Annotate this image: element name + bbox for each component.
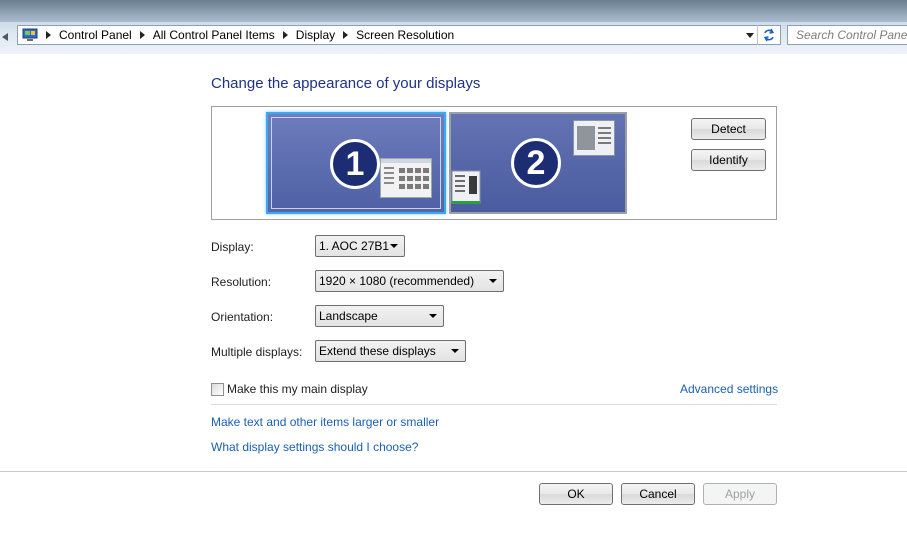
chevron-down-icon [429, 314, 437, 318]
breadcrumb-all-items[interactable]: All Control Panel Items [153, 28, 275, 42]
chevron-down-icon [390, 244, 398, 248]
breadcrumb-separator-icon[interactable] [343, 31, 349, 39]
window-titlebar [0, 0, 907, 22]
refresh-icon[interactable] [757, 25, 780, 45]
address-history-dropdown-icon[interactable] [742, 26, 758, 44]
text-size-link[interactable]: Make text and other items larger or smal… [211, 415, 439, 429]
breadcrumb: Control Panel All Control Panel Items Di… [44, 28, 454, 42]
chevron-down-icon [451, 349, 459, 353]
breadcrumb-separator-icon[interactable] [282, 31, 288, 39]
display-select[interactable]: 1. AOC 27B1 [315, 235, 405, 257]
cancel-button[interactable]: Cancel [621, 483, 695, 505]
chevron-down-icon [489, 279, 497, 283]
back-forward-arrow-icon[interactable] [0, 30, 12, 44]
detect-button[interactable]: Detect [691, 118, 766, 140]
monitor-number-badge: 1 [330, 139, 380, 189]
section-divider [211, 404, 777, 405]
main-display-checkbox[interactable] [211, 383, 224, 396]
breadcrumb-control-panel[interactable]: Control Panel [59, 28, 132, 42]
orientation-select-value: Landscape [319, 309, 378, 323]
advanced-settings-link[interactable]: Advanced settings [680, 382, 778, 396]
main-display-label[interactable]: Make this my main display [227, 382, 368, 396]
multiple-displays-select-value: Extend these displays [319, 344, 436, 358]
breadcrumb-screen-resolution[interactable]: Screen Resolution [356, 28, 454, 42]
monitor-number-badge: 2 [511, 138, 561, 188]
display-select-value: 1. AOC 27B1 [319, 239, 390, 253]
multiple-displays-label: Multiple displays: [211, 345, 303, 359]
window-icon [573, 120, 615, 156]
monitor-1-tile[interactable]: 1 [266, 112, 446, 214]
search-input[interactable]: Search Control Panel [787, 25, 907, 45]
display-settings-help-link[interactable]: What display settings should I choose? [211, 440, 418, 454]
orientation-label: Orientation: [211, 310, 274, 324]
orientation-select[interactable]: Landscape [315, 305, 444, 327]
page-title: Change the appearance of your displays [211, 75, 481, 92]
window-icon [380, 158, 432, 198]
display-label: Display: [211, 240, 254, 254]
apply-button: Apply [703, 483, 777, 505]
window-icon [451, 170, 481, 204]
multiple-displays-select[interactable]: Extend these displays [315, 340, 466, 362]
ok-button[interactable]: OK [539, 483, 613, 505]
control-panel-icon [22, 28, 38, 42]
monitor-arrangement-panel: 1 2 Detect Identify [211, 106, 777, 220]
identify-button[interactable]: Identify [691, 149, 766, 171]
breadcrumb-separator-icon[interactable] [139, 31, 145, 39]
footer-divider [0, 471, 907, 472]
resolution-label: Resolution: [211, 275, 272, 289]
resolution-select[interactable]: 1920 × 1080 (recommended) [315, 270, 504, 292]
resolution-select-value: 1920 × 1080 (recommended) [319, 274, 475, 288]
breadcrumb-display[interactable]: Display [296, 28, 335, 42]
address-bar[interactable]: Control Panel All Control Panel Items Di… [17, 25, 781, 45]
monitor-2-tile[interactable]: 2 [449, 112, 627, 214]
breadcrumb-separator-icon[interactable] [46, 31, 51, 39]
